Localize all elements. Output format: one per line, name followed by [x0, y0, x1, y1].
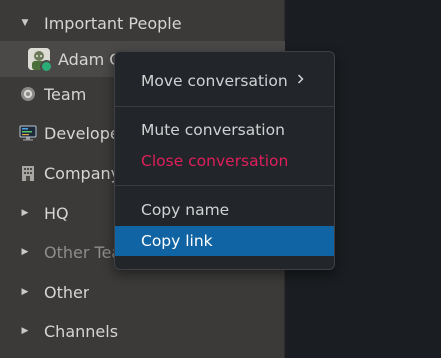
caret-right-icon: ▶ [21, 326, 29, 336]
presence-dot-icon [40, 60, 53, 73]
channel-label: Team [44, 84, 87, 104]
caret-down-icon: ▼ [21, 18, 29, 28]
caret-right-icon: ▶ [21, 287, 29, 297]
section-label: Important People [44, 13, 182, 33]
section-label: Other [44, 282, 90, 302]
dm-label: Adam G [58, 49, 122, 69]
close-conversation-item[interactable]: Close conversation [115, 146, 334, 176]
menu-item-label: Copy name [141, 201, 230, 219]
caret-right-icon: ▶ [21, 208, 29, 218]
chevron-right-icon [297, 74, 304, 84]
mute-conversation-item[interactable]: Mute conversation [115, 115, 334, 145]
section-label: HQ [44, 203, 69, 223]
team-icon [19, 85, 37, 103]
menu-item-label: Mute conversation [141, 121, 285, 139]
channel-label: Develope [44, 123, 120, 143]
avatar [28, 48, 53, 73]
menu-item-label: Close conversation [141, 152, 289, 170]
channel-label: Company [44, 163, 121, 183]
menu-divider [115, 106, 334, 107]
menu-divider [115, 185, 334, 186]
monitor-icon [19, 124, 37, 142]
menu-item-label: Move conversation [141, 72, 288, 90]
building-icon [19, 164, 37, 182]
conversation-context-menu: Move conversation Mute conversation Clos… [114, 51, 335, 270]
section-important-people[interactable]: ▼ Important People [0, 5, 285, 41]
section-other[interactable]: ▶ Other [0, 274, 285, 310]
move-conversation-item[interactable]: Move conversation [115, 66, 334, 96]
section-label: Other Tea [44, 242, 122, 262]
copy-link-item[interactable]: Copy link [115, 226, 334, 256]
section-label: Channels [44, 321, 119, 341]
caret-right-icon: ▶ [21, 247, 29, 257]
menu-item-label: Copy link [141, 232, 213, 250]
section-channels[interactable]: ▶ Channels [0, 313, 285, 349]
copy-name-item[interactable]: Copy name [115, 195, 334, 225]
